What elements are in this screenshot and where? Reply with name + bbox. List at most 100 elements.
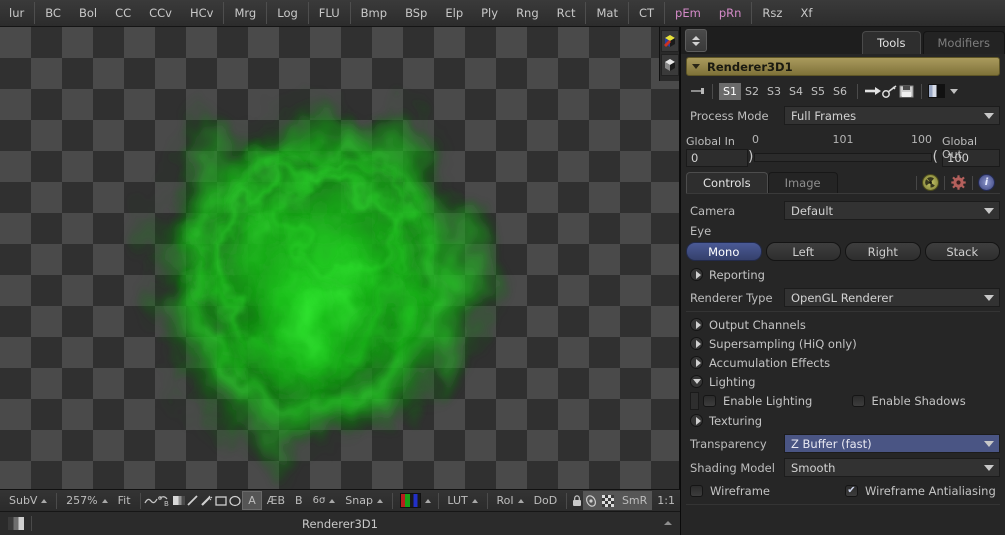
toolbar-button-mat[interactable]: Mat	[587, 3, 626, 24]
lut-button[interactable]: LUT	[442, 491, 482, 510]
fit-button[interactable]: Fit	[113, 491, 136, 510]
arrow-right-icon[interactable]	[864, 82, 881, 100]
snap-button[interactable]: Snap	[340, 491, 388, 510]
toolbar-button-ply[interactable]: Ply	[472, 3, 507, 24]
toolbar-button-cc[interactable]: CC	[106, 3, 140, 24]
spinner-button[interactable]	[685, 29, 707, 52]
toolbar-button-flu[interactable]: FLU	[310, 3, 349, 24]
version-button-s2[interactable]: S2	[741, 83, 763, 100]
toolbar-button-bc[interactable]: BC	[36, 3, 70, 24]
smr-button[interactable]: SmR	[617, 491, 652, 510]
bspline-icon[interactable]: B	[158, 492, 172, 510]
section-supersampling[interactable]: Supersampling (HiQ only)	[686, 334, 1000, 353]
pin-icon[interactable]	[689, 82, 706, 100]
zoom-level-button[interactable]: 257%	[61, 491, 112, 510]
radiation-icon[interactable]	[922, 174, 939, 191]
toolbar-button-lur[interactable]: lur	[0, 3, 33, 24]
wireframe-checkbox[interactable]	[690, 485, 703, 497]
wand-icon[interactable]	[200, 492, 214, 510]
toolbar-button-log[interactable]: Log	[268, 3, 307, 24]
section-texturing[interactable]: Texturing	[686, 411, 1000, 430]
ratio-button[interactable]: 1:1	[652, 491, 680, 510]
wireframe-cell[interactable]: Wireframe	[690, 484, 845, 498]
text-ab-button[interactable]: ÆB	[262, 491, 290, 510]
version-button-s4[interactable]: S4	[785, 83, 807, 100]
eye-button-stack[interactable]: Stack	[924, 242, 1000, 261]
channel-swatch-button[interactable]	[397, 491, 434, 510]
toolbar-button-bsp[interactable]: BSp	[396, 3, 436, 24]
range-handle-left[interactable]: )	[748, 150, 753, 164]
chevron-up-icon[interactable]	[664, 521, 672, 525]
wireframe-antialiasing-cell[interactable]: ✔ Wireframe Antialiasing	[845, 484, 1000, 498]
gradient-icon[interactable]	[172, 492, 186, 510]
toolbar-button-rng[interactable]: Rng	[507, 3, 548, 24]
toolbar-button-rct[interactable]: Rct	[548, 3, 585, 24]
viewer-canvas[interactable]	[0, 27, 680, 489]
toolbar-button-bol[interactable]: Bol	[70, 3, 106, 24]
subtab-image[interactable]: Image	[767, 172, 838, 193]
eye-button-right[interactable]: Right	[845, 242, 921, 261]
toolbar-button-xf[interactable]: Xf	[791, 3, 821, 24]
lock-icon[interactable]	[571, 492, 583, 510]
toolbar-button-elp[interactable]: Elp	[436, 3, 472, 24]
grayscale-cube-icon[interactable]	[660, 54, 679, 76]
chevron-right-icon	[696, 339, 701, 348]
global-in-input[interactable]: 0	[686, 149, 748, 167]
toolbar-button-ct[interactable]: CT	[630, 3, 663, 24]
toolbar-button-hcv[interactable]: HCv	[181, 3, 222, 24]
curve-icon[interactable]	[144, 492, 158, 510]
tab-tools[interactable]: Tools	[862, 31, 921, 54]
stereo-glasses-button[interactable]: 6σ	[308, 491, 341, 510]
eye-button-left[interactable]: Left	[765, 242, 841, 261]
version-button-s1[interactable]: S1	[719, 82, 741, 100]
color-split-icon[interactable]	[928, 82, 945, 100]
enable-shadows-cell[interactable]: Enable Shadows	[851, 394, 1001, 408]
toolbar-button-rsz[interactable]: Rsz	[753, 3, 791, 24]
enable-lighting-cell[interactable]: Enable Lighting	[703, 394, 852, 408]
ellipse-icon[interactable]	[228, 492, 242, 510]
tab-modifiers[interactable]: Modifiers	[922, 31, 1005, 54]
dod-button[interactable]: DoD	[529, 491, 563, 510]
subview-button[interactable]: SubV	[4, 491, 52, 510]
renderer-type-combo[interactable]: OpenGL Renderer	[784, 288, 1000, 307]
info-icon[interactable]: i	[978, 174, 995, 191]
version-button-s5[interactable]: S5	[807, 83, 829, 100]
section-output-channels[interactable]: Output Channels	[686, 315, 1000, 334]
transparency-combo[interactable]: Z Buffer (fast)	[784, 434, 1000, 453]
checker-icon[interactable]	[600, 492, 617, 510]
section-lighting[interactable]: Lighting	[686, 372, 1000, 391]
shading-model-combo[interactable]: Smooth	[784, 458, 1000, 477]
line-icon[interactable]	[186, 492, 200, 510]
global-range-slider[interactable]: 0 101 100 ) (	[748, 133, 938, 167]
global-out-input[interactable]: 100	[942, 149, 1000, 167]
range-handle-right[interactable]: (	[933, 150, 938, 164]
version-button-s3[interactable]: S3	[763, 83, 785, 100]
process-mode-combo[interactable]: Full Frames	[784, 106, 1000, 125]
toolbar-button-ccv[interactable]: CCv	[140, 3, 181, 24]
version-button-s6[interactable]: S6	[829, 83, 851, 100]
enable-lighting-checkbox[interactable]	[703, 395, 716, 407]
text-a-button[interactable]: A	[242, 491, 262, 510]
camera-combo[interactable]: Default	[784, 201, 1000, 220]
section-handle[interactable]	[690, 392, 699, 410]
enable-shadows-checkbox[interactable]	[851, 395, 865, 407]
section-reporting[interactable]: Reporting	[686, 265, 1000, 284]
dropdown-caret-icon[interactable]	[945, 82, 962, 100]
node-header[interactable]: Renderer3D1	[686, 57, 1000, 76]
rectangle-icon[interactable]	[214, 492, 228, 510]
toolbar-button-mrg[interactable]: Mrg	[225, 3, 265, 24]
toolbar-button-bmp[interactable]: Bmp	[352, 3, 396, 24]
gear-icon[interactable]	[950, 174, 967, 191]
section-accumulation-effects[interactable]: Accumulation Effects	[686, 353, 1000, 372]
eye-button-mono[interactable]: Mono	[686, 242, 762, 261]
wireframe-antialiasing-checkbox[interactable]: ✔	[845, 485, 858, 497]
roi-button[interactable]: RoI	[491, 491, 528, 510]
orbit-icon[interactable]	[583, 492, 600, 510]
save-icon[interactable]	[898, 82, 915, 100]
key-icon[interactable]	[881, 82, 898, 100]
subtab-controls[interactable]: Controls	[686, 172, 768, 193]
toolbar-button-prn[interactable]: pRn	[710, 3, 751, 24]
color-cube-icon[interactable]	[660, 30, 679, 52]
text-b-button[interactable]: B	[290, 491, 308, 510]
toolbar-button-pem[interactable]: pEm	[666, 3, 710, 24]
